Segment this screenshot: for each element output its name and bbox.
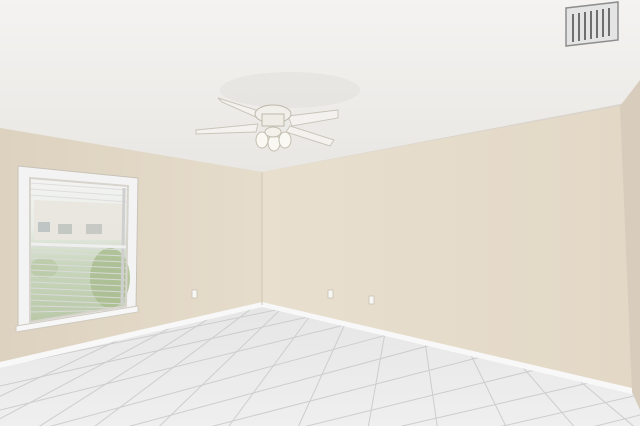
room-illustration [0,0,640,426]
window-with-blinds-icon [15,165,139,333]
electrical-outlet-icon [191,289,198,299]
electrical-outlet-icon [327,289,334,299]
air-vent-icon [565,1,619,47]
empty-room-photo [0,0,640,426]
electrical-outlet-icon [368,295,375,305]
